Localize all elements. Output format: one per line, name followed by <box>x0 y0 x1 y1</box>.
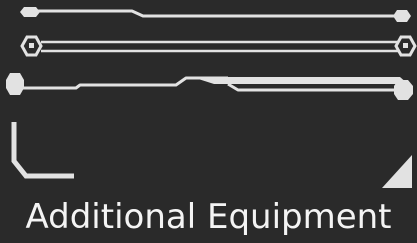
hud-frame-asset-sheet: { "caption": "Additional Equipment", "pa… <box>0 0 417 243</box>
wide-bevel-right-cap <box>394 80 413 100</box>
top-divider-left-hex-cap <box>20 7 40 17</box>
wide-bevel-angled-strip <box>192 77 408 84</box>
wide-bevel-bar <box>6 73 413 100</box>
wide-bevel-left-line <box>22 76 228 90</box>
double-rail-divider <box>20 35 417 57</box>
top-divider <box>20 7 411 22</box>
double-rail-right-dot <box>403 43 408 48</box>
caption-text: Additional Equipment <box>25 197 392 237</box>
wide-bevel-right-line <box>227 82 400 92</box>
wide-bevel-left-cap <box>6 73 24 95</box>
top-divider-line <box>38 9 397 18</box>
corner-triangle <box>382 155 412 188</box>
corner-bracket <box>11 122 74 179</box>
double-rail-left-dot <box>29 43 34 48</box>
top-divider-right-hex-cap <box>393 10 411 22</box>
